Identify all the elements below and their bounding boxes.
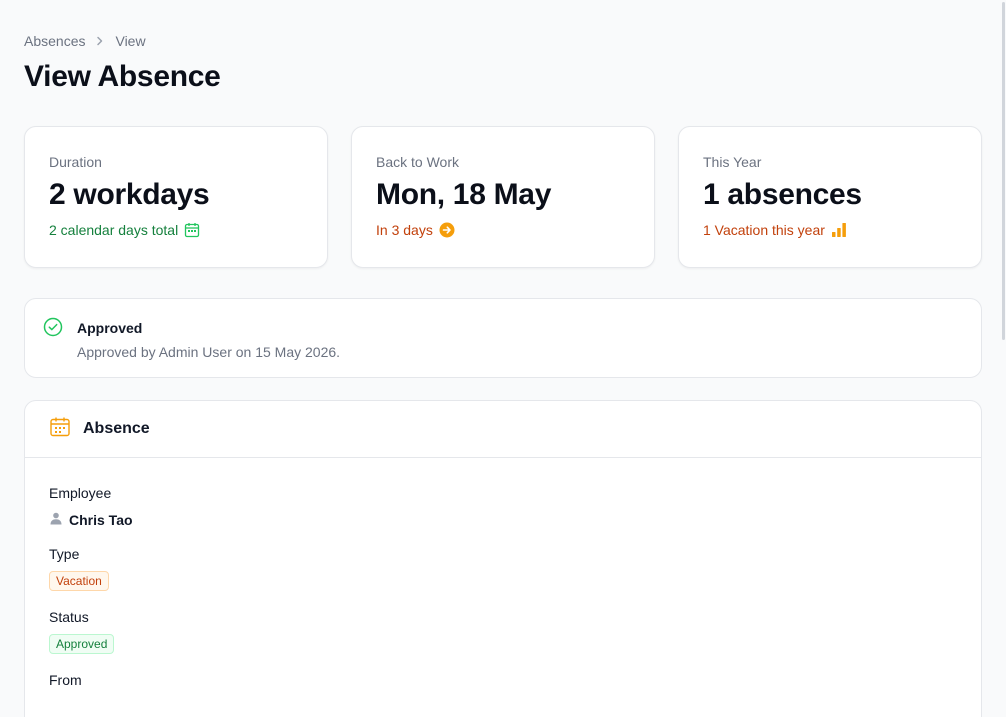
arrow-circle-right-icon xyxy=(439,222,455,238)
stat-card-this-year: This Year 1 absences 1 Vacation this yea… xyxy=(678,126,982,268)
user-icon xyxy=(49,511,63,528)
field-label: Status xyxy=(49,609,89,625)
stat-description: In 3 days xyxy=(376,222,630,238)
scrollbar[interactable] xyxy=(1000,0,1006,340)
stat-value: Mon, 18 May xyxy=(376,178,552,211)
stat-label: Back to Work xyxy=(376,154,459,170)
field-label: Employee xyxy=(49,485,112,501)
type-badge: Vacation xyxy=(49,571,109,591)
field-label: From xyxy=(49,672,82,688)
scrollbar-thumb[interactable] xyxy=(1002,2,1005,340)
calendar-icon xyxy=(184,222,200,238)
stat-card-back-to-work: Back to Work Mon, 18 May In 3 days xyxy=(351,126,655,268)
breadcrumb-current: View xyxy=(115,33,146,49)
absence-section: Absence Employee Chris Tao Type Vacation… xyxy=(24,400,982,717)
stat-card-duration: Duration 2 workdays 2 calendar days tota… xyxy=(24,126,328,268)
field-label: Type xyxy=(49,546,80,562)
page-title: View Absence xyxy=(24,60,221,93)
stat-description-text: 2 calendar days total xyxy=(49,222,179,238)
section-body: Employee Chris Tao Type Vacation Status xyxy=(25,458,981,717)
bar-chart-icon xyxy=(831,222,847,238)
breadcrumb: Absences View xyxy=(24,33,146,49)
approval-banner: Approved Approved by Admin User on 15 Ma… xyxy=(24,298,982,378)
breadcrumb-absences-link[interactable]: Absences xyxy=(24,33,85,49)
stat-label: This Year xyxy=(703,154,762,170)
status-badge: Approved xyxy=(49,634,115,654)
section-title: Absence xyxy=(83,420,150,437)
calendar-icon xyxy=(49,416,71,443)
stat-value: 1 absences xyxy=(703,178,862,211)
stat-description-text: 1 Vacation this year xyxy=(703,222,825,238)
stat-value: 2 workdays xyxy=(49,178,210,211)
field-type: Type Vacation xyxy=(49,546,957,591)
stat-description-text: In 3 days xyxy=(376,222,433,238)
approval-title: Approved xyxy=(77,320,143,336)
field-from: From xyxy=(49,672,957,688)
stat-description: 1 Vacation this year xyxy=(703,222,957,238)
approval-text: Approved by Admin User on 15 May 2026. xyxy=(77,344,341,360)
stat-description: 2 calendar days total xyxy=(49,222,303,238)
field-status: Status Approved xyxy=(49,609,957,654)
chevron-right-icon xyxy=(95,36,105,46)
employee-name: Chris Tao xyxy=(69,511,133,528)
field-value: Chris Tao xyxy=(49,511,957,528)
stats-overview: Duration 2 workdays 2 calendar days tota… xyxy=(24,126,982,268)
check-circle-icon xyxy=(43,317,63,359)
field-employee: Employee Chris Tao xyxy=(49,485,957,528)
stat-label: Duration xyxy=(49,154,102,170)
section-header: Absence xyxy=(25,401,981,458)
